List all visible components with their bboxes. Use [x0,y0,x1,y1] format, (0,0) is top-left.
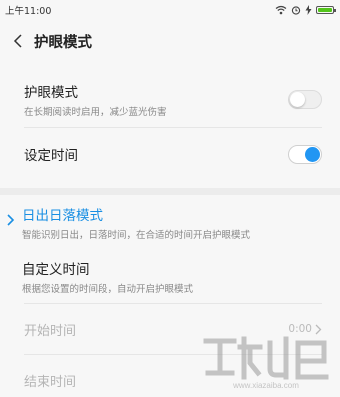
sunrise-sunset-title: 日出日落模式 [22,207,103,224]
status-bar: 上午11:00 [0,0,340,20]
custom-time-subtitle: 根据您设置的时间段，自动开启护眼模式 [22,283,194,295]
set-time-toggle[interactable] [288,144,322,164]
end-time-label: 结束时间 [24,374,77,390]
chevron-left-icon [13,34,22,48]
back-button[interactable] [2,20,34,62]
status-icons [275,5,336,15]
watermark-logo: www.xiazaiba.com [203,336,329,390]
status-time: 上午11:00 [5,6,52,17]
charging-icon [305,5,312,15]
section-divider [0,188,340,195]
start-time-label: 开始时间 [24,323,77,339]
page-title: 护眼模式 [34,34,92,51]
check-icon [7,214,15,226]
custom-time-option[interactable]: 自定义时间 根据您设置的时间段，自动开启护眼模式 [0,249,340,303]
eye-mode-toggle[interactable] [288,89,322,109]
eye-mode-title: 护眼模式 [24,84,78,101]
sunrise-sunset-subtitle: 智能识别日出，日落时间，在合适的时间开启护眼模式 [22,229,251,241]
svg-text:www.xiazaiba.com: www.xiazaiba.com [232,381,299,390]
set-time-title: 设定时间 [24,148,78,164]
battery-icon [316,6,336,14]
title-bar: 护眼模式 [0,20,340,62]
sunrise-sunset-option[interactable]: 日出日落模式 智能识别日出，日落时间，在合适的时间开启护眼模式 [0,195,340,249]
alarm-clock-icon [291,6,301,15]
wifi-icon [275,5,287,15]
custom-time-title: 自定义时间 [22,261,90,278]
set-time-row[interactable]: 设定时间 [0,128,340,180]
main-settings: 护眼模式 在长期阅读时启用，减少蓝光伤害 设定时间 [0,71,340,180]
eye-mode-row[interactable]: 护眼模式 在长期阅读时启用，减少蓝光伤害 [0,71,340,127]
eye-mode-subtitle: 在长期阅读时启用，减少蓝光伤害 [24,106,167,118]
